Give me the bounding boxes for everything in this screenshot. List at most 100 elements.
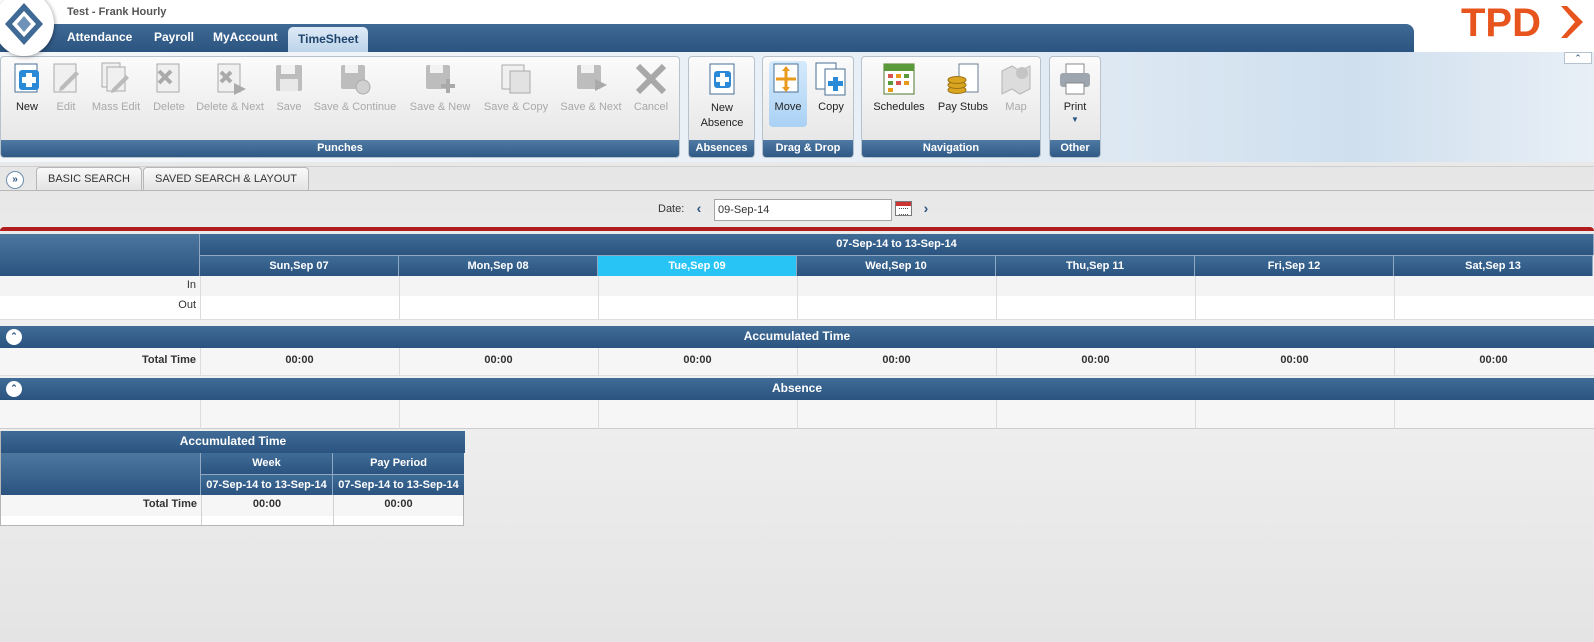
collapse-search-toggle-icon[interactable]: » (6, 171, 24, 189)
punch-cell-divider (598, 276, 599, 320)
collapse-accumulated-icon[interactable]: ⌃ (6, 329, 22, 345)
collapse-absence-icon[interactable]: ⌃ (6, 381, 22, 397)
copy-icon (815, 62, 846, 96)
save-next-icon (577, 65, 607, 91)
move-button[interactable]: Move (769, 61, 807, 127)
group-drag-drop: Move Copy Drag & Drop (762, 56, 854, 158)
printer-icon (1060, 63, 1090, 95)
delete-and-next-button[interactable]: Delete & Next (195, 61, 265, 113)
nav-tab-timesheet[interactable]: TimeSheet (288, 27, 369, 52)
group-other: Print ▼ Other (1049, 56, 1101, 158)
week-range-header: 07-Sep-14 to 13-Sep-14 (200, 234, 1594, 255)
pay-stubs-button-label: Pay Stubs (937, 101, 989, 113)
nav-tab-attendance[interactable]: Attendance (67, 24, 132, 52)
group-navigation: Schedules Pay Stubs Map Navigation (861, 56, 1041, 158)
tab-basic-search[interactable]: BASIC SEARCH (36, 167, 142, 191)
day-header[interactable]: Tue,Sep 09 (598, 255, 797, 276)
new-button-label: New (15, 101, 38, 113)
delete-button[interactable]: Delete (151, 61, 187, 113)
schedules-button-label: Schedules (873, 101, 925, 113)
collapse-ribbon-button[interactable]: ⌃ (1564, 52, 1592, 64)
mass-edit-button-label: Mass Edit (91, 101, 141, 113)
absence-cell-divider (1394, 400, 1395, 429)
punch-cell-divider (200, 276, 201, 320)
save-and-copy-button-label: Save & Copy (483, 101, 549, 113)
svg-text:TPD: TPD (1461, 2, 1541, 42)
save-and-continue-button[interactable]: Save & Continue (313, 61, 397, 113)
pay-stubs-button[interactable]: Pay Stubs (936, 61, 990, 113)
date-input[interactable] (714, 199, 892, 221)
save-button[interactable]: Save (271, 61, 307, 113)
group-punches: New Edit Mass Edit Delete Delete & Next … (0, 56, 680, 158)
cancel-button-label: Cancel (633, 101, 669, 113)
toolbar-ribbon: New Edit Mass Edit Delete Delete & Next … (0, 52, 1594, 162)
new-absence-button[interactable]: New Absence (695, 61, 749, 131)
prev-date-arrow-icon[interactable]: ‹ (692, 201, 706, 217)
nav-tab-myaccount[interactable]: MyAccount (213, 24, 278, 52)
day-total-value: 00:00 (285, 354, 314, 366)
print-dropdown-arrow-icon[interactable]: ▼ (1056, 115, 1094, 125)
user-title: Test - Frank Hourly (67, 6, 167, 18)
tpd-brand-logo: TPD (1461, 2, 1583, 42)
summary-week-range: 07-Sep-14 to 13-Sep-14 (201, 474, 333, 495)
cancel-x-icon (635, 63, 667, 95)
accumulated-time-section-header: ⌃ Accumulated Time (0, 326, 1594, 348)
save-and-next-button[interactable]: Save & Next (559, 61, 623, 113)
punch-rows: In Out (0, 276, 1594, 320)
save-copy-icon (501, 64, 531, 94)
summary-week-total: 00:00 (252, 498, 282, 510)
day-header[interactable]: Fri,Sep 12 (1195, 255, 1394, 276)
tab-saved-search-layout[interactable]: SAVED SEARCH & LAYOUT (143, 167, 310, 191)
day-header[interactable]: Thu,Sep 11 (996, 255, 1195, 276)
mass-edit-button[interactable]: Mass Edit (89, 61, 143, 113)
day-total-value: 00:00 (683, 354, 712, 366)
in-row-label: In (186, 279, 196, 291)
copy-button[interactable]: Copy (813, 61, 849, 113)
absence-title: Absence (771, 381, 823, 395)
group-absences-title: Absences (689, 140, 754, 157)
pay-stubs-coins-icon (947, 63, 979, 94)
day-header[interactable]: Sat,Sep 13 (1394, 255, 1593, 276)
summary-total-label: Total Time (143, 498, 197, 510)
save-button-label: Save (276, 101, 302, 113)
edit-button-label: Edit (56, 101, 76, 113)
group-navigation-title: Navigation (862, 140, 1040, 157)
map-button[interactable]: Map (998, 61, 1034, 113)
new-document-icon (14, 63, 39, 93)
day-total-value: 00:00 (1280, 354, 1309, 366)
print-button[interactable]: Print ▼ (1056, 61, 1094, 125)
new-absence-icon (709, 63, 735, 95)
delete-and-next-button-label: Delete & Next (196, 101, 264, 113)
new-absence-label-line1: New (710, 102, 733, 114)
save-and-next-button-label: Save & Next (560, 101, 622, 113)
edit-button[interactable]: Edit (48, 61, 84, 113)
save-and-continue-button-label: Save & Continue (313, 101, 397, 113)
new-button[interactable]: New (9, 61, 45, 113)
absence-cell-divider (797, 400, 798, 429)
absence-cell-divider (200, 400, 201, 429)
day-header[interactable]: Mon,Sep 08 (399, 255, 598, 276)
save-and-copy-button[interactable]: Save & Copy (483, 61, 549, 113)
day-header[interactable]: Sun,Sep 07 (200, 255, 399, 276)
schedules-button[interactable]: Schedules (872, 61, 926, 113)
absence-section-header: ⌃ Absence (0, 378, 1594, 400)
save-and-new-button[interactable]: Save & New (407, 61, 473, 113)
summary-title: Accumulated Time (1, 431, 465, 453)
copy-button-label: Copy (818, 101, 844, 113)
cancel-button[interactable]: Cancel (631, 61, 671, 113)
day-header[interactable]: Wed,Sep 10 (797, 255, 996, 276)
out-row-label: Out (178, 299, 196, 311)
next-date-arrow-icon[interactable]: › (919, 201, 933, 217)
app-header: Test - Frank Hourly Attendance Payroll M… (0, 0, 1594, 56)
absence-cell-divider (598, 400, 599, 429)
save-disk-icon (276, 65, 302, 91)
map-button-label: Map (1005, 101, 1027, 113)
nav-tab-payroll[interactable]: Payroll (154, 24, 194, 52)
date-label: Date: (658, 203, 685, 215)
day-total-value: 00:00 (1081, 354, 1110, 366)
punch-cell-divider (399, 276, 400, 320)
print-button-label: Print (1063, 101, 1087, 113)
main-nav: Attendance Payroll MyAccount TimeSheet (0, 24, 1414, 52)
calendar-icon[interactable] (895, 201, 912, 216)
mass-edit-icon (101, 62, 129, 93)
